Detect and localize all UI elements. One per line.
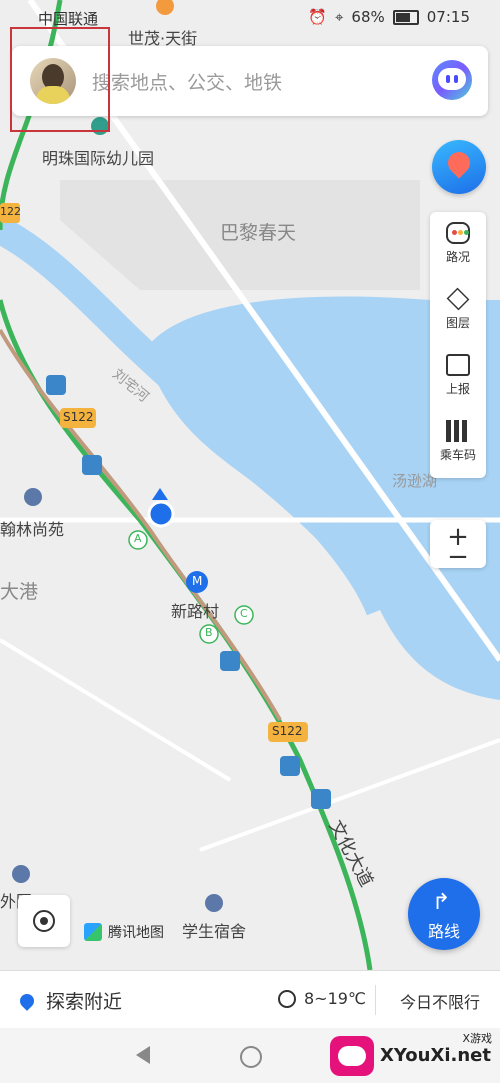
user-location-dot [147, 500, 175, 528]
label-s122-b: S122 [272, 724, 303, 738]
home-icon[interactable] [240, 1046, 262, 1068]
weather-label: 8~19℃ [304, 989, 366, 1008]
report-icon [446, 354, 470, 376]
status-right: ⏰ ⌖ 68% 07:15 [308, 8, 470, 26]
poi-discover-button[interactable] [432, 140, 486, 194]
bus-stop-icon[interactable] [82, 455, 102, 475]
tool-qr[interactable]: 乘车码 [430, 410, 486, 476]
label-s122-a: S122 [63, 410, 94, 424]
gamepad-icon [330, 1035, 374, 1076]
weather-info[interactable]: 8~19℃ [278, 989, 366, 1008]
location-icon: ⌖ [334, 8, 344, 26]
school-icon[interactable] [12, 865, 30, 883]
route-label: 路线 [427, 922, 460, 941]
tool-report[interactable]: 上报 [430, 344, 486, 410]
map-canvas[interactable]: 世茂·天街 明珠国际幼儿园 巴黎春天 翰林尚苑 大港 新路村 S122 S122… [0, 0, 500, 970]
zoom-out-button[interactable]: − [430, 542, 486, 572]
sun-icon [278, 989, 296, 1008]
bus-stop-icon[interactable] [220, 651, 240, 671]
dorm-poi-icon[interactable] [205, 894, 223, 912]
tool-label: 图层 [445, 316, 470, 330]
label-bali[interactable]: 巴黎春天 [220, 218, 296, 245]
traffic-restriction[interactable]: 今日不限行 [400, 989, 480, 1013]
map-toolbar: 路况 图层 上报 乘车码 [430, 212, 486, 478]
bus-stop-icon[interactable] [46, 375, 66, 395]
watermark-site: XYouXi.net [380, 1045, 491, 1066]
locate-button[interactable] [18, 895, 70, 947]
label-xinlucun[interactable]: 新路村 [171, 598, 219, 622]
label-road-122: 122 [0, 205, 21, 218]
label-exit-c: C [240, 607, 248, 620]
road-h2 [0, 638, 232, 782]
battery-icon [392, 9, 419, 25]
qr-icon [446, 420, 470, 442]
residence-icon[interactable] [24, 488, 42, 506]
time-label: 07:15 [426, 8, 470, 26]
explore-nearby-button[interactable]: 探索附近 [17, 987, 123, 1014]
divider [375, 985, 376, 1015]
user-heading-arrow [152, 488, 168, 500]
bus-stop-icon[interactable] [311, 789, 331, 809]
assistant-icon[interactable] [432, 60, 472, 100]
carrier-label: 中国联通 [38, 10, 99, 28]
watermark-small: X游戏 [462, 1032, 492, 1045]
pin-icon [443, 147, 475, 179]
site-watermark: XYouXi.net X游戏 [330, 1028, 500, 1083]
bus-stop-icon[interactable] [280, 756, 300, 776]
location-pin-icon [17, 990, 37, 1011]
label-hanlin[interactable]: 翰林尚苑 [0, 516, 64, 540]
tencent-map-icon [84, 923, 102, 941]
logo-text: 腾讯地图 [108, 925, 164, 941]
back-icon[interactable] [136, 1046, 150, 1064]
label-exit-a: A [134, 532, 142, 545]
label-dorm[interactable]: 学生宿舍 [182, 918, 246, 942]
explore-label: 探索附近 [46, 991, 123, 1013]
layers-icon [446, 287, 470, 311]
avatar-highlight-box [10, 27, 110, 132]
label-exit-b: B [205, 626, 213, 639]
bottom-bar: 探索附近 8~19℃ 今日不限行 [0, 970, 500, 1029]
route-button[interactable]: ↱ 路线 [408, 878, 480, 950]
tool-label: 上报 [445, 382, 470, 396]
battery-label: 68% [351, 8, 385, 26]
tool-layers[interactable]: 图层 [430, 278, 486, 344]
label-kindergarten[interactable]: 明珠国际幼儿园 [42, 145, 154, 169]
traffic-icon [446, 222, 470, 244]
alarm-icon: ⏰ [308, 8, 327, 26]
turn-arrow-icon: ↱ [432, 890, 451, 915]
tool-traffic[interactable]: 路况 [430, 212, 486, 278]
zoom-control: + − [430, 520, 486, 572]
label-metro: M [192, 574, 203, 588]
search-input[interactable]: 搜索地点、公交、地铁 [92, 68, 282, 95]
crosshair-dot [40, 917, 48, 925]
tool-label: 路况 [445, 250, 470, 264]
tool-label: 乘车码 [439, 448, 476, 462]
label-dagang: 大港 [0, 581, 39, 603]
tencent-map-logo: 腾讯地图 [84, 922, 164, 942]
